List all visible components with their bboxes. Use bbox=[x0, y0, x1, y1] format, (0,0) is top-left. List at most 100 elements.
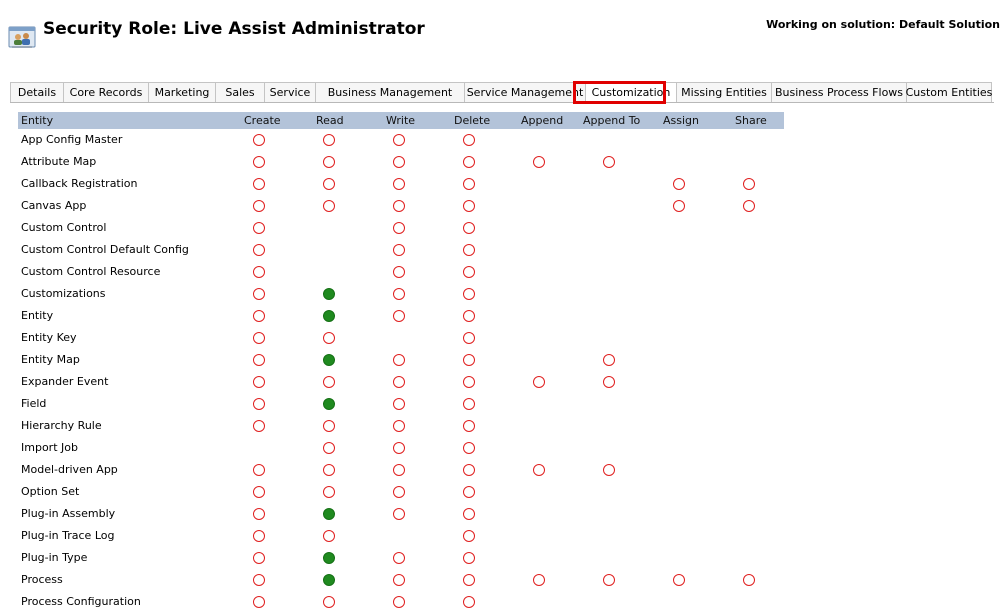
delete-privilege-none-icon[interactable] bbox=[463, 156, 475, 168]
read-privilege-none-icon[interactable] bbox=[323, 420, 335, 432]
create-privilege-none-icon[interactable] bbox=[253, 508, 265, 520]
delete-privilege-none-icon[interactable] bbox=[463, 266, 475, 278]
read-privilege-none-icon[interactable] bbox=[323, 596, 335, 608]
share-privilege-none-icon[interactable] bbox=[743, 178, 755, 190]
read-privilege-none-icon[interactable] bbox=[323, 486, 335, 498]
write-privilege-none-icon[interactable] bbox=[393, 266, 405, 278]
write-privilege-none-icon[interactable] bbox=[393, 552, 405, 564]
tab-service-management[interactable]: Service Management bbox=[464, 82, 586, 102]
read-privilege-organization-icon[interactable] bbox=[323, 398, 335, 410]
delete-privilege-none-icon[interactable] bbox=[463, 442, 475, 454]
delete-privilege-none-icon[interactable] bbox=[463, 354, 475, 366]
share-privilege-none-icon[interactable] bbox=[743, 200, 755, 212]
read-privilege-none-icon[interactable] bbox=[323, 200, 335, 212]
write-privilege-none-icon[interactable] bbox=[393, 310, 405, 322]
write-privilege-none-icon[interactable] bbox=[393, 398, 405, 410]
create-privilege-none-icon[interactable] bbox=[253, 486, 265, 498]
create-privilege-none-icon[interactable] bbox=[253, 288, 265, 300]
delete-privilege-none-icon[interactable] bbox=[463, 508, 475, 520]
read-privilege-organization-icon[interactable] bbox=[323, 552, 335, 564]
read-privilege-none-icon[interactable] bbox=[323, 376, 335, 388]
delete-privilege-none-icon[interactable] bbox=[463, 486, 475, 498]
create-privilege-none-icon[interactable] bbox=[253, 420, 265, 432]
write-privilege-none-icon[interactable] bbox=[393, 574, 405, 586]
create-privilege-none-icon[interactable] bbox=[253, 596, 265, 608]
append-privilege-none-icon[interactable] bbox=[533, 464, 545, 476]
share-privilege-none-icon[interactable] bbox=[743, 574, 755, 586]
read-privilege-organization-icon[interactable] bbox=[323, 354, 335, 366]
delete-privilege-none-icon[interactable] bbox=[463, 332, 475, 344]
delete-privilege-none-icon[interactable] bbox=[463, 574, 475, 586]
append-to-privilege-none-icon[interactable] bbox=[603, 464, 615, 476]
delete-privilege-none-icon[interactable] bbox=[463, 464, 475, 476]
create-privilege-none-icon[interactable] bbox=[253, 266, 265, 278]
write-privilege-none-icon[interactable] bbox=[393, 222, 405, 234]
tab-missing-entities[interactable]: Missing Entities bbox=[676, 82, 772, 102]
assign-privilege-none-icon[interactable] bbox=[673, 178, 685, 190]
create-privilege-none-icon[interactable] bbox=[253, 222, 265, 234]
create-privilege-none-icon[interactable] bbox=[253, 574, 265, 586]
delete-privilege-none-icon[interactable] bbox=[463, 530, 475, 542]
tab-business-management[interactable]: Business Management bbox=[315, 82, 465, 102]
tab-details[interactable]: Details bbox=[10, 82, 64, 102]
write-privilege-none-icon[interactable] bbox=[393, 244, 405, 256]
read-privilege-organization-icon[interactable] bbox=[323, 574, 335, 586]
write-privilege-none-icon[interactable] bbox=[393, 156, 405, 168]
read-privilege-none-icon[interactable] bbox=[323, 464, 335, 476]
create-privilege-none-icon[interactable] bbox=[253, 354, 265, 366]
write-privilege-none-icon[interactable] bbox=[393, 178, 405, 190]
write-privilege-none-icon[interactable] bbox=[393, 442, 405, 454]
write-privilege-none-icon[interactable] bbox=[393, 596, 405, 608]
write-privilege-none-icon[interactable] bbox=[393, 200, 405, 212]
create-privilege-none-icon[interactable] bbox=[253, 530, 265, 542]
delete-privilege-none-icon[interactable] bbox=[463, 596, 475, 608]
read-privilege-none-icon[interactable] bbox=[323, 178, 335, 190]
tab-business-process-flows[interactable]: Business Process Flows bbox=[771, 82, 907, 102]
append-to-privilege-none-icon[interactable] bbox=[603, 376, 615, 388]
read-privilege-organization-icon[interactable] bbox=[323, 288, 335, 300]
write-privilege-none-icon[interactable] bbox=[393, 464, 405, 476]
write-privilege-none-icon[interactable] bbox=[393, 420, 405, 432]
create-privilege-none-icon[interactable] bbox=[253, 398, 265, 410]
append-privilege-none-icon[interactable] bbox=[533, 574, 545, 586]
tab-core-records[interactable]: Core Records bbox=[63, 82, 149, 102]
delete-privilege-none-icon[interactable] bbox=[463, 420, 475, 432]
read-privilege-none-icon[interactable] bbox=[323, 530, 335, 542]
delete-privilege-none-icon[interactable] bbox=[463, 552, 475, 564]
tab-customization[interactable]: Customization bbox=[585, 82, 677, 102]
read-privilege-none-icon[interactable] bbox=[323, 442, 335, 454]
delete-privilege-none-icon[interactable] bbox=[463, 376, 475, 388]
create-privilege-none-icon[interactable] bbox=[253, 244, 265, 256]
write-privilege-none-icon[interactable] bbox=[393, 486, 405, 498]
read-privilege-none-icon[interactable] bbox=[323, 156, 335, 168]
create-privilege-none-icon[interactable] bbox=[253, 310, 265, 322]
create-privilege-none-icon[interactable] bbox=[253, 178, 265, 190]
create-privilege-none-icon[interactable] bbox=[253, 332, 265, 344]
append-to-privilege-none-icon[interactable] bbox=[603, 156, 615, 168]
delete-privilege-none-icon[interactable] bbox=[463, 398, 475, 410]
read-privilege-organization-icon[interactable] bbox=[323, 508, 335, 520]
tab-custom-entities[interactable]: Custom Entities bbox=[906, 82, 992, 102]
delete-privilege-none-icon[interactable] bbox=[463, 134, 475, 146]
read-privilege-none-icon[interactable] bbox=[323, 134, 335, 146]
create-privilege-none-icon[interactable] bbox=[253, 464, 265, 476]
append-privilege-none-icon[interactable] bbox=[533, 156, 545, 168]
delete-privilege-none-icon[interactable] bbox=[463, 244, 475, 256]
create-privilege-none-icon[interactable] bbox=[253, 376, 265, 388]
create-privilege-none-icon[interactable] bbox=[253, 200, 265, 212]
assign-privilege-none-icon[interactable] bbox=[673, 574, 685, 586]
append-to-privilege-none-icon[interactable] bbox=[603, 574, 615, 586]
create-privilege-none-icon[interactable] bbox=[253, 156, 265, 168]
tab-sales[interactable]: Sales bbox=[215, 82, 265, 102]
delete-privilege-none-icon[interactable] bbox=[463, 178, 475, 190]
delete-privilege-none-icon[interactable] bbox=[463, 222, 475, 234]
delete-privilege-none-icon[interactable] bbox=[463, 288, 475, 300]
read-privilege-none-icon[interactable] bbox=[323, 332, 335, 344]
delete-privilege-none-icon[interactable] bbox=[463, 310, 475, 322]
write-privilege-none-icon[interactable] bbox=[393, 508, 405, 520]
write-privilege-none-icon[interactable] bbox=[393, 134, 405, 146]
write-privilege-none-icon[interactable] bbox=[393, 354, 405, 366]
create-privilege-none-icon[interactable] bbox=[253, 134, 265, 146]
delete-privilege-none-icon[interactable] bbox=[463, 200, 475, 212]
append-privilege-none-icon[interactable] bbox=[533, 376, 545, 388]
